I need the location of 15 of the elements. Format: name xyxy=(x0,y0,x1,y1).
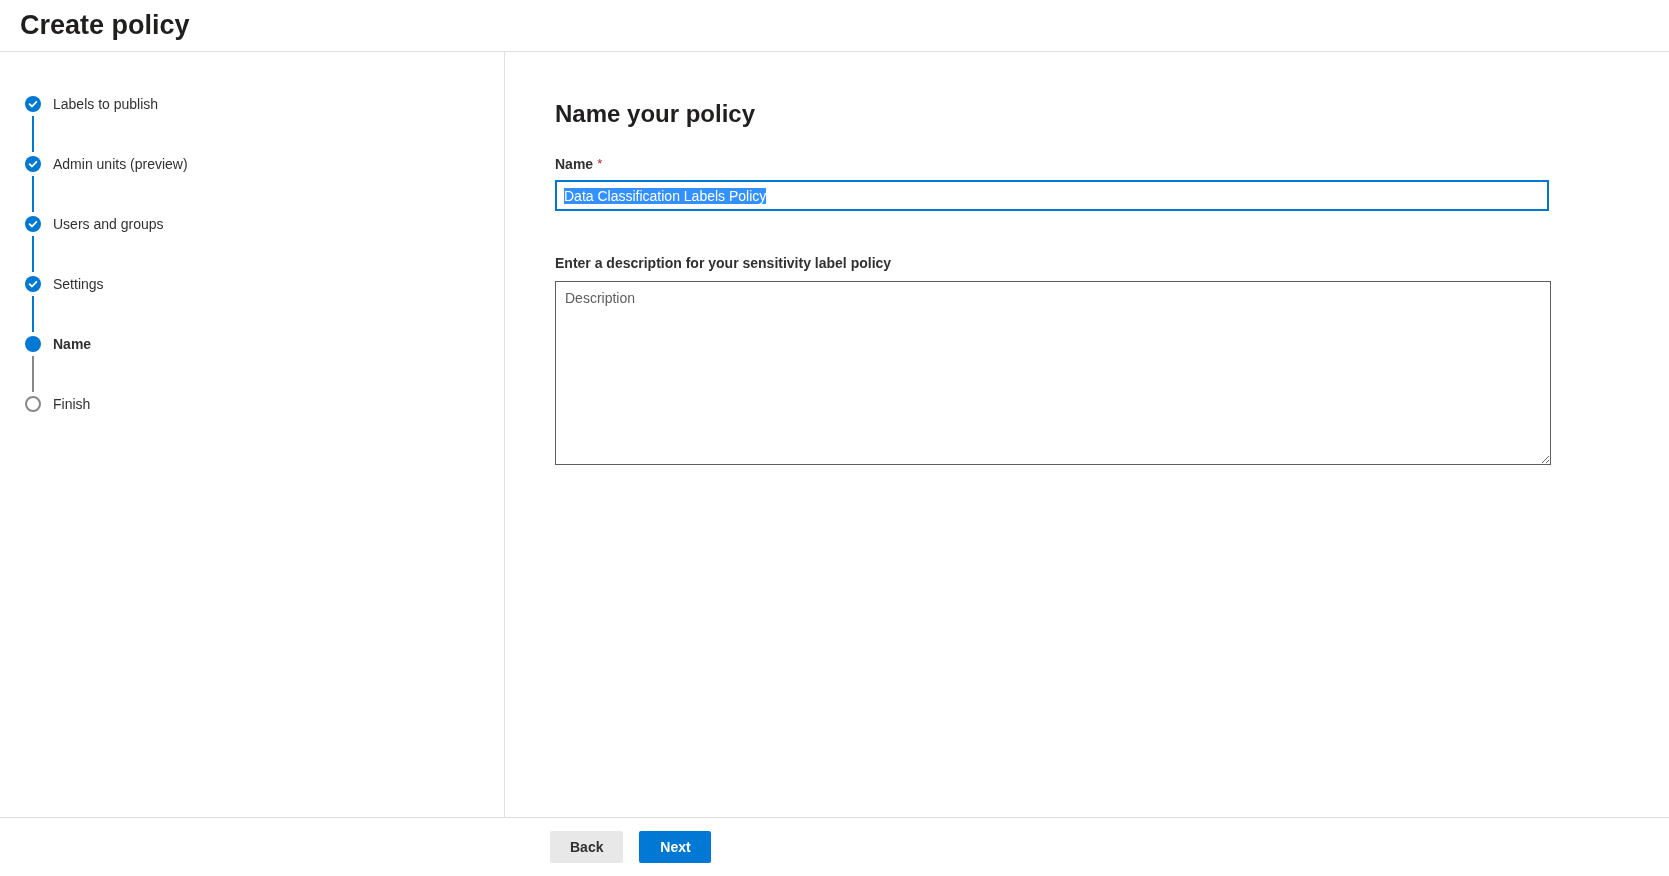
step-label: Users and groups xyxy=(53,216,164,232)
step-label: Labels to publish xyxy=(53,96,159,112)
field-label: Name xyxy=(555,156,594,172)
required-mark: * xyxy=(597,156,603,172)
step-label: Admin units (preview) xyxy=(53,156,188,172)
step-label: Finish xyxy=(53,396,91,412)
step-label: Settings xyxy=(53,276,104,292)
page-title: Create policy xyxy=(20,10,190,41)
description-field[interactable]: Description xyxy=(555,281,1551,465)
form-heading: Name your policy xyxy=(555,100,757,128)
back-button[interactable]: Back xyxy=(550,831,624,863)
step-label: Name xyxy=(53,336,92,352)
field-label: Enter a description for your sensitivity label policy xyxy=(555,255,893,271)
next-button[interactable]: Next xyxy=(639,831,712,863)
name-field[interactable]: Data Classification Labels Policy xyxy=(555,180,1549,211)
